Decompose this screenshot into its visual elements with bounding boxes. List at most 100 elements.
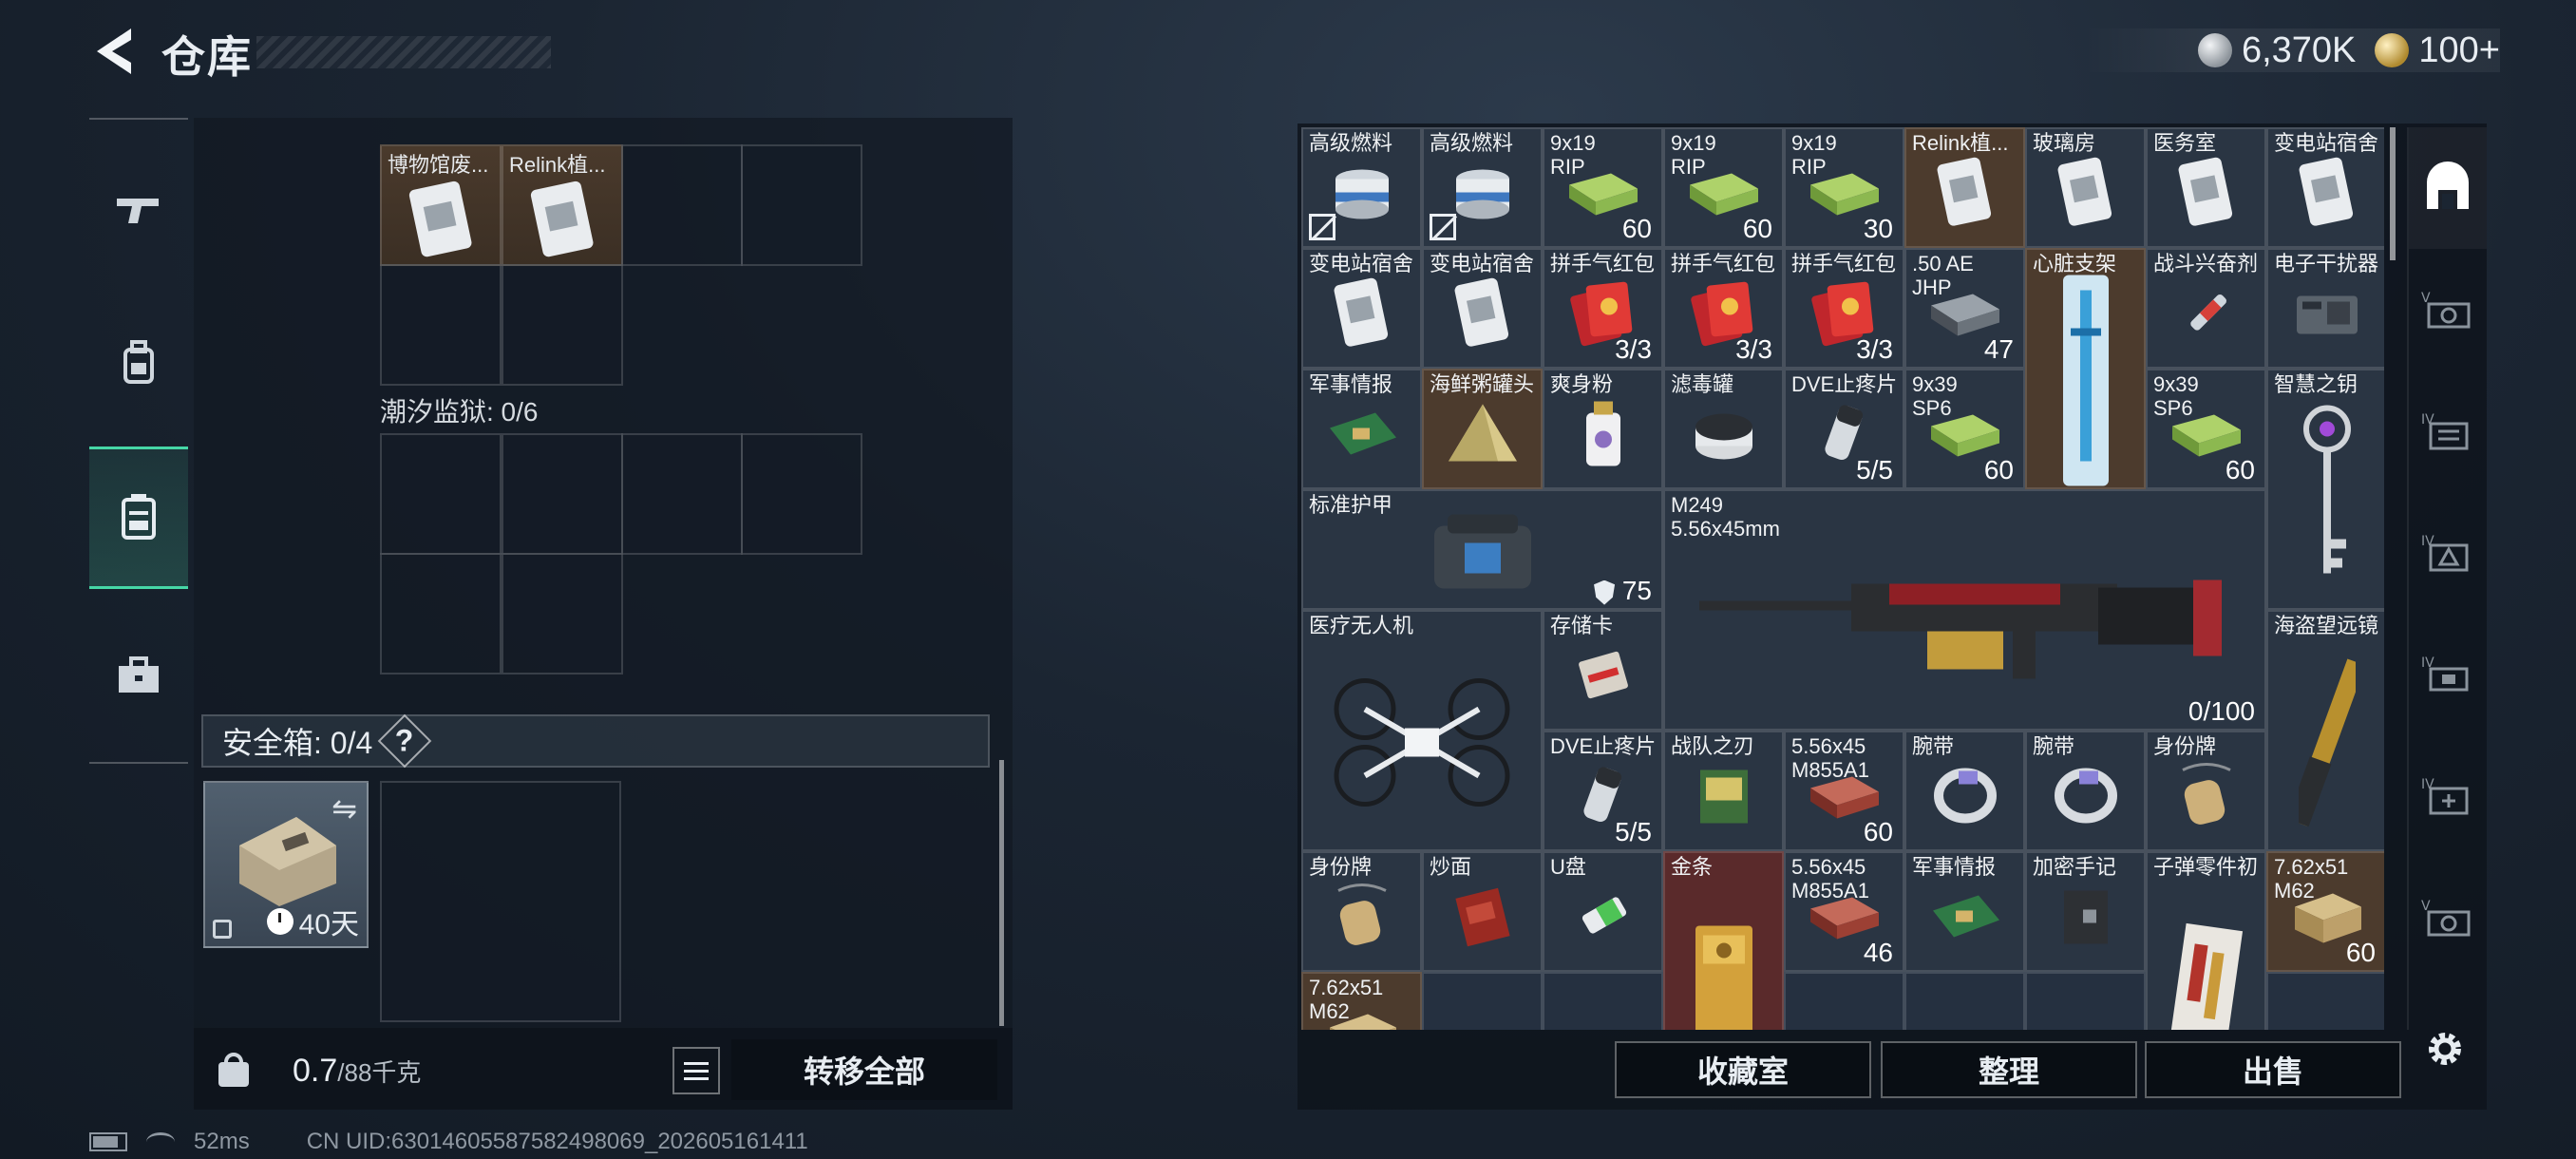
container-slot[interactable]: [502, 264, 623, 386]
stash-item-name: 加密手记: [2033, 855, 2117, 879]
stash-item[interactable]: 身份牌: [1301, 851, 1422, 972]
stash-item[interactable]: 9x19 RIP 60: [1663, 127, 1784, 248]
stash-item[interactable]: 爽身粉: [1543, 369, 1663, 489]
container-slot[interactable]: [621, 144, 743, 266]
item-art: [1329, 883, 1395, 954]
container-slot[interactable]: Relink植...: [502, 144, 623, 266]
stash-empty-slot[interactable]: [2266, 972, 2384, 1030]
stash-item[interactable]: U盘: [1543, 851, 1663, 972]
item-art: [1449, 163, 1516, 225]
stash-item[interactable]: 9x19 RIP 60: [1543, 127, 1663, 248]
tab-safe-tier-4c[interactable]: IV: [2409, 614, 2487, 735]
back-button[interactable]: [85, 21, 142, 82]
tab-safe-tier-5b[interactable]: V: [2409, 857, 2487, 978]
stash-item[interactable]: 军事情报: [1904, 851, 2025, 972]
stash-item[interactable]: 玻璃房: [2025, 127, 2146, 248]
stash-item[interactable]: 9x39 SP6 60: [1904, 369, 2025, 489]
safe-box-item[interactable]: ⇋ 40天: [203, 781, 369, 948]
container-slot[interactable]: [621, 433, 743, 555]
stash-item[interactable]: 9x19 RIP 30: [1784, 127, 1904, 248]
stash-item[interactable]: 金条: [1663, 851, 1784, 1030]
stash-item[interactable]: 医疗无人机: [1301, 610, 1543, 851]
stash-item[interactable]: 智慧之钥: [2266, 369, 2384, 610]
stash-item[interactable]: 变电站宿舍: [2266, 127, 2384, 248]
tab-safe-tier-5[interactable]: V: [2409, 249, 2487, 370]
gold-coin-icon: [2375, 33, 2410, 67]
stash-item[interactable]: 5.56x45 M855A1 60: [1784, 731, 1904, 851]
stash-item[interactable]: 心脏支架: [2025, 248, 2146, 489]
help-icon[interactable]: ?: [377, 713, 432, 769]
stash-item[interactable]: 战队之刃: [1663, 731, 1784, 851]
stash-item[interactable]: 7.62x51 M62 60: [2266, 851, 2384, 972]
stash-item[interactable]: 高级燃料: [1422, 127, 1543, 248]
stash-item[interactable]: DVE止疼片 5/5: [1543, 731, 1663, 851]
container-slot[interactable]: [380, 553, 502, 674]
clock-icon: [266, 908, 294, 935]
stash-item[interactable]: 海鲜粥罐头: [1422, 369, 1543, 489]
stash-item[interactable]: 滤毒罐: [1663, 369, 1784, 489]
stash-item-name: 子弹零件初: [2153, 855, 2259, 879]
container-slot[interactable]: [380, 433, 502, 555]
stash-item[interactable]: 身份牌: [2146, 731, 2266, 851]
stash-item[interactable]: 军事情报: [1301, 369, 1422, 489]
container-slot[interactable]: [502, 553, 623, 674]
stash-item[interactable]: 拼手气红包 3/3: [1543, 248, 1663, 369]
list-view-button[interactable]: [672, 1047, 720, 1094]
stash-item[interactable]: Relink植...: [1904, 127, 2025, 248]
item-art: [1324, 405, 1400, 466]
stash-item[interactable]: 加密手记: [2025, 851, 2146, 972]
stash-item[interactable]: 战斗兴奋剂: [2146, 248, 2266, 369]
tab-safe-tier-4d[interactable]: IV: [2409, 735, 2487, 857]
settings-button[interactable]: [2418, 1022, 2472, 1075]
stash-item[interactable]: 变电站宿舍: [1301, 248, 1422, 369]
tab-safe-tier-4a[interactable]: IV: [2409, 370, 2487, 492]
stash-item[interactable]: 存储卡: [1543, 610, 1663, 731]
stash-item[interactable]: 7.62x51 M62: [1301, 972, 1422, 1030]
stash-item[interactable]: 5.56x45 M855A1 46: [1784, 851, 1904, 972]
stash-empty-slot[interactable]: [1904, 972, 2025, 1030]
transfer-all-button[interactable]: 转移全部: [731, 1039, 997, 1100]
stash-item[interactable]: 高级燃料: [1301, 127, 1422, 248]
stash-item[interactable]: 医务室: [2146, 127, 2266, 248]
container-slot[interactable]: [502, 433, 623, 555]
stash-empty-slot[interactable]: [1543, 972, 1663, 1030]
container-slot[interactable]: [380, 264, 502, 386]
tab-weapon[interactable]: [89, 139, 188, 281]
organize-button[interactable]: 整理: [1881, 1041, 2137, 1098]
stash-item[interactable]: 海盗望远镜: [2266, 610, 2384, 851]
stash-item[interactable]: 子弹零件初: [2146, 851, 2266, 1030]
stash-item-count: 60: [2225, 455, 2255, 484]
shield-icon: [1594, 580, 1616, 605]
tab-stash-home[interactable]: [2409, 127, 2487, 249]
stash-item[interactable]: 标准护甲 75: [1301, 489, 1663, 610]
stash-item[interactable]: .50 AE JHP 47: [1904, 248, 2025, 369]
stash-item[interactable]: 拼手气红包 3/3: [1784, 248, 1904, 369]
container-slot[interactable]: 博物馆废...: [380, 144, 502, 266]
tab-backpack[interactable]: [89, 291, 188, 433]
left-panel-scrollbar[interactable]: [999, 760, 1004, 1026]
stash-item[interactable]: 腕带: [2025, 731, 2146, 851]
stash-item[interactable]: 炒面: [1422, 851, 1543, 972]
stash-item[interactable]: DVE止疼片 5/5: [1784, 369, 1904, 489]
sell-button[interactable]: 出售: [2145, 1041, 2401, 1098]
stash-empty-slot[interactable]: [1422, 972, 1543, 1030]
stash-item[interactable]: 腕带: [1904, 731, 2025, 851]
container-slot[interactable]: [741, 433, 862, 555]
stash-item[interactable]: 拼手气红包 3/3: [1663, 248, 1784, 369]
gold-currency[interactable]: 100+: [2375, 30, 2500, 71]
stash-item[interactable]: M249 5.56x45mm 0/100: [1663, 489, 2266, 731]
stash-item[interactable]: 变电站宿舍: [1422, 248, 1543, 369]
gear-icon: [2429, 1033, 2461, 1065]
safe-box-slot-area[interactable]: [380, 781, 621, 1022]
tab-briefcase[interactable]: [89, 604, 188, 747]
stash-empty-slot[interactable]: [2025, 972, 2146, 1030]
tab-rig[interactable]: [89, 446, 188, 589]
stash-item-name: 高级燃料: [1309, 131, 1393, 155]
stash-item[interactable]: 9x39 SP6 60: [2146, 369, 2266, 489]
container-slot[interactable]: [741, 144, 862, 266]
stash-scrollbar[interactable]: [2390, 127, 2396, 260]
collection-room-button[interactable]: 收藏室: [1615, 1041, 1871, 1098]
stash-item[interactable]: 电子干扰器: [2266, 248, 2384, 369]
stash-empty-slot[interactable]: [1784, 972, 1904, 1030]
tab-safe-tier-4b[interactable]: IV: [2409, 492, 2487, 614]
